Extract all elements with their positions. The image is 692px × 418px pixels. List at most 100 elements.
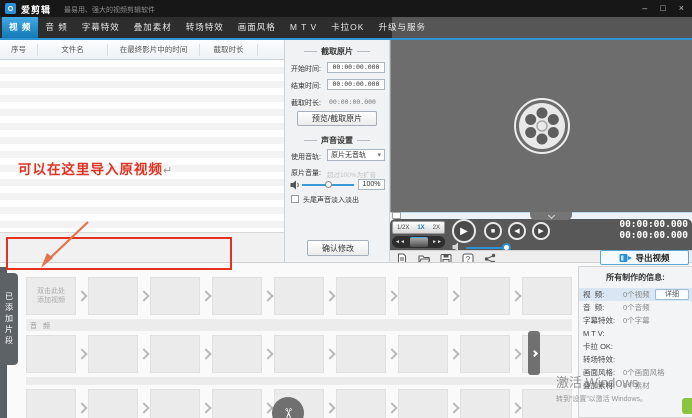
timeline-clip-slot[interactable] [150, 277, 200, 315]
timeline-clip-slot[interactable] [336, 335, 386, 373]
tab-transition-effects[interactable]: 转场特效 [179, 17, 231, 38]
audio-track-label: 音 频 [30, 321, 52, 331]
fade-checkbox[interactable] [291, 195, 299, 203]
tab-overlay-material[interactable]: 叠加素材 [127, 17, 179, 38]
file-list-body[interactable] [0, 60, 284, 232]
app-logo-icon [5, 3, 16, 14]
main-tab-bar: 视 频 音 频 字幕特效 叠加素材 转场特效 画面风格 M T V 卡拉OK 升… [0, 17, 692, 38]
film-reel-icon [512, 96, 572, 156]
timeline-clip-slot[interactable] [522, 277, 572, 315]
chevron-right-icon [138, 389, 150, 418]
chevron-right-icon [262, 277, 274, 315]
timeline-first-slot[interactable]: 双击此处 添加视频 [26, 277, 76, 315]
timeline-clip-slot[interactable] [26, 389, 76, 418]
seek-knob[interactable] [392, 212, 401, 219]
column-index: 序号 [0, 44, 38, 56]
crop-duration-value: 00:00:00.000 [329, 98, 376, 106]
speed-double[interactable]: 2X [433, 225, 440, 231]
chevron-right-icon [76, 389, 88, 418]
info-row-transition: 转场特效: [579, 353, 692, 366]
timeline-clip-slot[interactable] [88, 277, 138, 315]
info-row-audio: 音 频:0个音频 [579, 301, 692, 314]
player-volume-track[interactable] [466, 247, 506, 249]
jog-knob[interactable] [410, 237, 428, 247]
detail-button[interactable]: 详细 [655, 289, 689, 300]
info-row-mtv: M T V: [579, 327, 692, 340]
added-clips-tab[interactable]: 已添加片段 [0, 273, 18, 365]
stop-button[interactable]: ■ [484, 222, 502, 240]
tutorial-annotation: 可以在这里导入原视频↵ [18, 158, 173, 178]
speed-normal[interactable]: 1X [417, 225, 424, 231]
tab-mtv[interactable]: M T V [283, 17, 324, 38]
volume-label: 原片音量: [291, 168, 321, 178]
timeline-clip-slot[interactable] [212, 389, 262, 418]
timeline-clip-slot[interactable] [336, 389, 386, 418]
timeline-clip-slot[interactable] [212, 335, 262, 373]
corner-green-widget[interactable] [682, 398, 692, 414]
volume-hint: 超过100%为扩音 [327, 169, 376, 179]
tab-upgrade-service[interactable]: 升级与服务 [371, 17, 433, 38]
tab-video[interactable]: 视 频 [2, 17, 38, 38]
prev-frame-button[interactable]: ◀ [508, 222, 526, 240]
chevron-down-icon: ▾ [377, 151, 381, 159]
play-button[interactable]: ▶ [452, 219, 476, 243]
timeline-clip-slot[interactable] [336, 277, 386, 315]
chevron-right-icon [386, 389, 398, 418]
audio-track-band: 音 频 [26, 319, 572, 331]
chevron-right-icon [386, 277, 398, 315]
timeline-clip-slot[interactable] [398, 335, 448, 373]
crop-section-title: 截取原片 [285, 46, 389, 57]
chevron-right-icon [138, 277, 150, 315]
export-video-button[interactable]: 导出视频 [600, 250, 689, 265]
track-divider-band [26, 377, 572, 385]
minimize-button[interactable]: – [642, 2, 647, 14]
timeline-clip-slot[interactable] [522, 389, 572, 418]
tab-karaoke[interactable]: 卡拉OK [324, 17, 371, 38]
next-frame-button[interactable]: ▶ [532, 222, 550, 240]
timeline-clip-slot[interactable] [460, 389, 510, 418]
chevron-right-icon [76, 277, 88, 315]
timeline-clip-slot[interactable] [274, 335, 324, 373]
column-filename: 文件名 [38, 44, 108, 56]
volume-slider-knob[interactable] [325, 181, 332, 188]
timeline-clip-slot[interactable] [88, 389, 138, 418]
start-time-input[interactable]: 00:00:00.000 [327, 62, 385, 73]
timeline-clip-slot[interactable] [398, 389, 448, 418]
timeline-clip-slot[interactable] [274, 277, 324, 315]
time-display: 00:00:00.000 00:00:00.000 [560, 220, 688, 241]
collapse-handle[interactable] [530, 212, 572, 220]
timeline-clip-slot[interactable] [88, 335, 138, 373]
volume-value-box[interactable]: 100% [358, 179, 385, 190]
speed-selector: 1/2X 1X 2X [392, 221, 445, 234]
audio-track-select[interactable]: 原片无音轨 ▾ [327, 149, 385, 161]
preview-crop-button[interactable]: 预览/截取原片 [297, 111, 377, 126]
timeline-clip-slot[interactable] [212, 277, 262, 315]
maximize-button[interactable]: □ [660, 2, 665, 14]
chevron-right-icon [530, 349, 537, 356]
tab-subtitle-effects[interactable]: 字幕特效 [75, 17, 127, 38]
end-time-input[interactable]: 00:00:00.000 [327, 79, 385, 90]
video-preview[interactable] [390, 40, 692, 212]
chevron-right-icon [138, 335, 150, 373]
confirm-changes-button[interactable]: 确认修改 [307, 240, 369, 256]
chevron-right-icon [510, 277, 522, 315]
timeline-clip-slot[interactable] [398, 277, 448, 315]
return-mark-icon: ↵ [163, 165, 173, 177]
jog-wheel[interactable]: ◄◄ ►► [392, 236, 445, 248]
column-final-time: 在最终影片中的时间 [108, 44, 200, 56]
production-info-panel: 所有制作的信息: 视 频: 0个视频 详细 音 频:0个音频 字幕特效:0个字幕… [578, 266, 692, 418]
timeline-scroll-right-button[interactable] [528, 331, 540, 375]
tab-picture-style[interactable]: 画面风格 [231, 17, 283, 38]
speed-half[interactable]: 1/2X [397, 225, 409, 231]
timeline-clip-slot[interactable] [460, 335, 510, 373]
timeline-clip-slot[interactable] [460, 277, 510, 315]
end-time-label: 结束时间: [291, 81, 321, 91]
timeline-clip-slot[interactable] [150, 389, 200, 418]
chevron-right-icon [448, 389, 460, 418]
tab-audio[interactable]: 音 频 [38, 17, 74, 38]
timeline-video-track: 双击此处 添加视频 [26, 277, 572, 315]
close-button[interactable]: × [679, 2, 684, 14]
timeline-clip-slot[interactable] [26, 335, 76, 373]
audio-track-label: 使用音轨: [291, 152, 321, 162]
timeline-clip-slot[interactable] [150, 335, 200, 373]
